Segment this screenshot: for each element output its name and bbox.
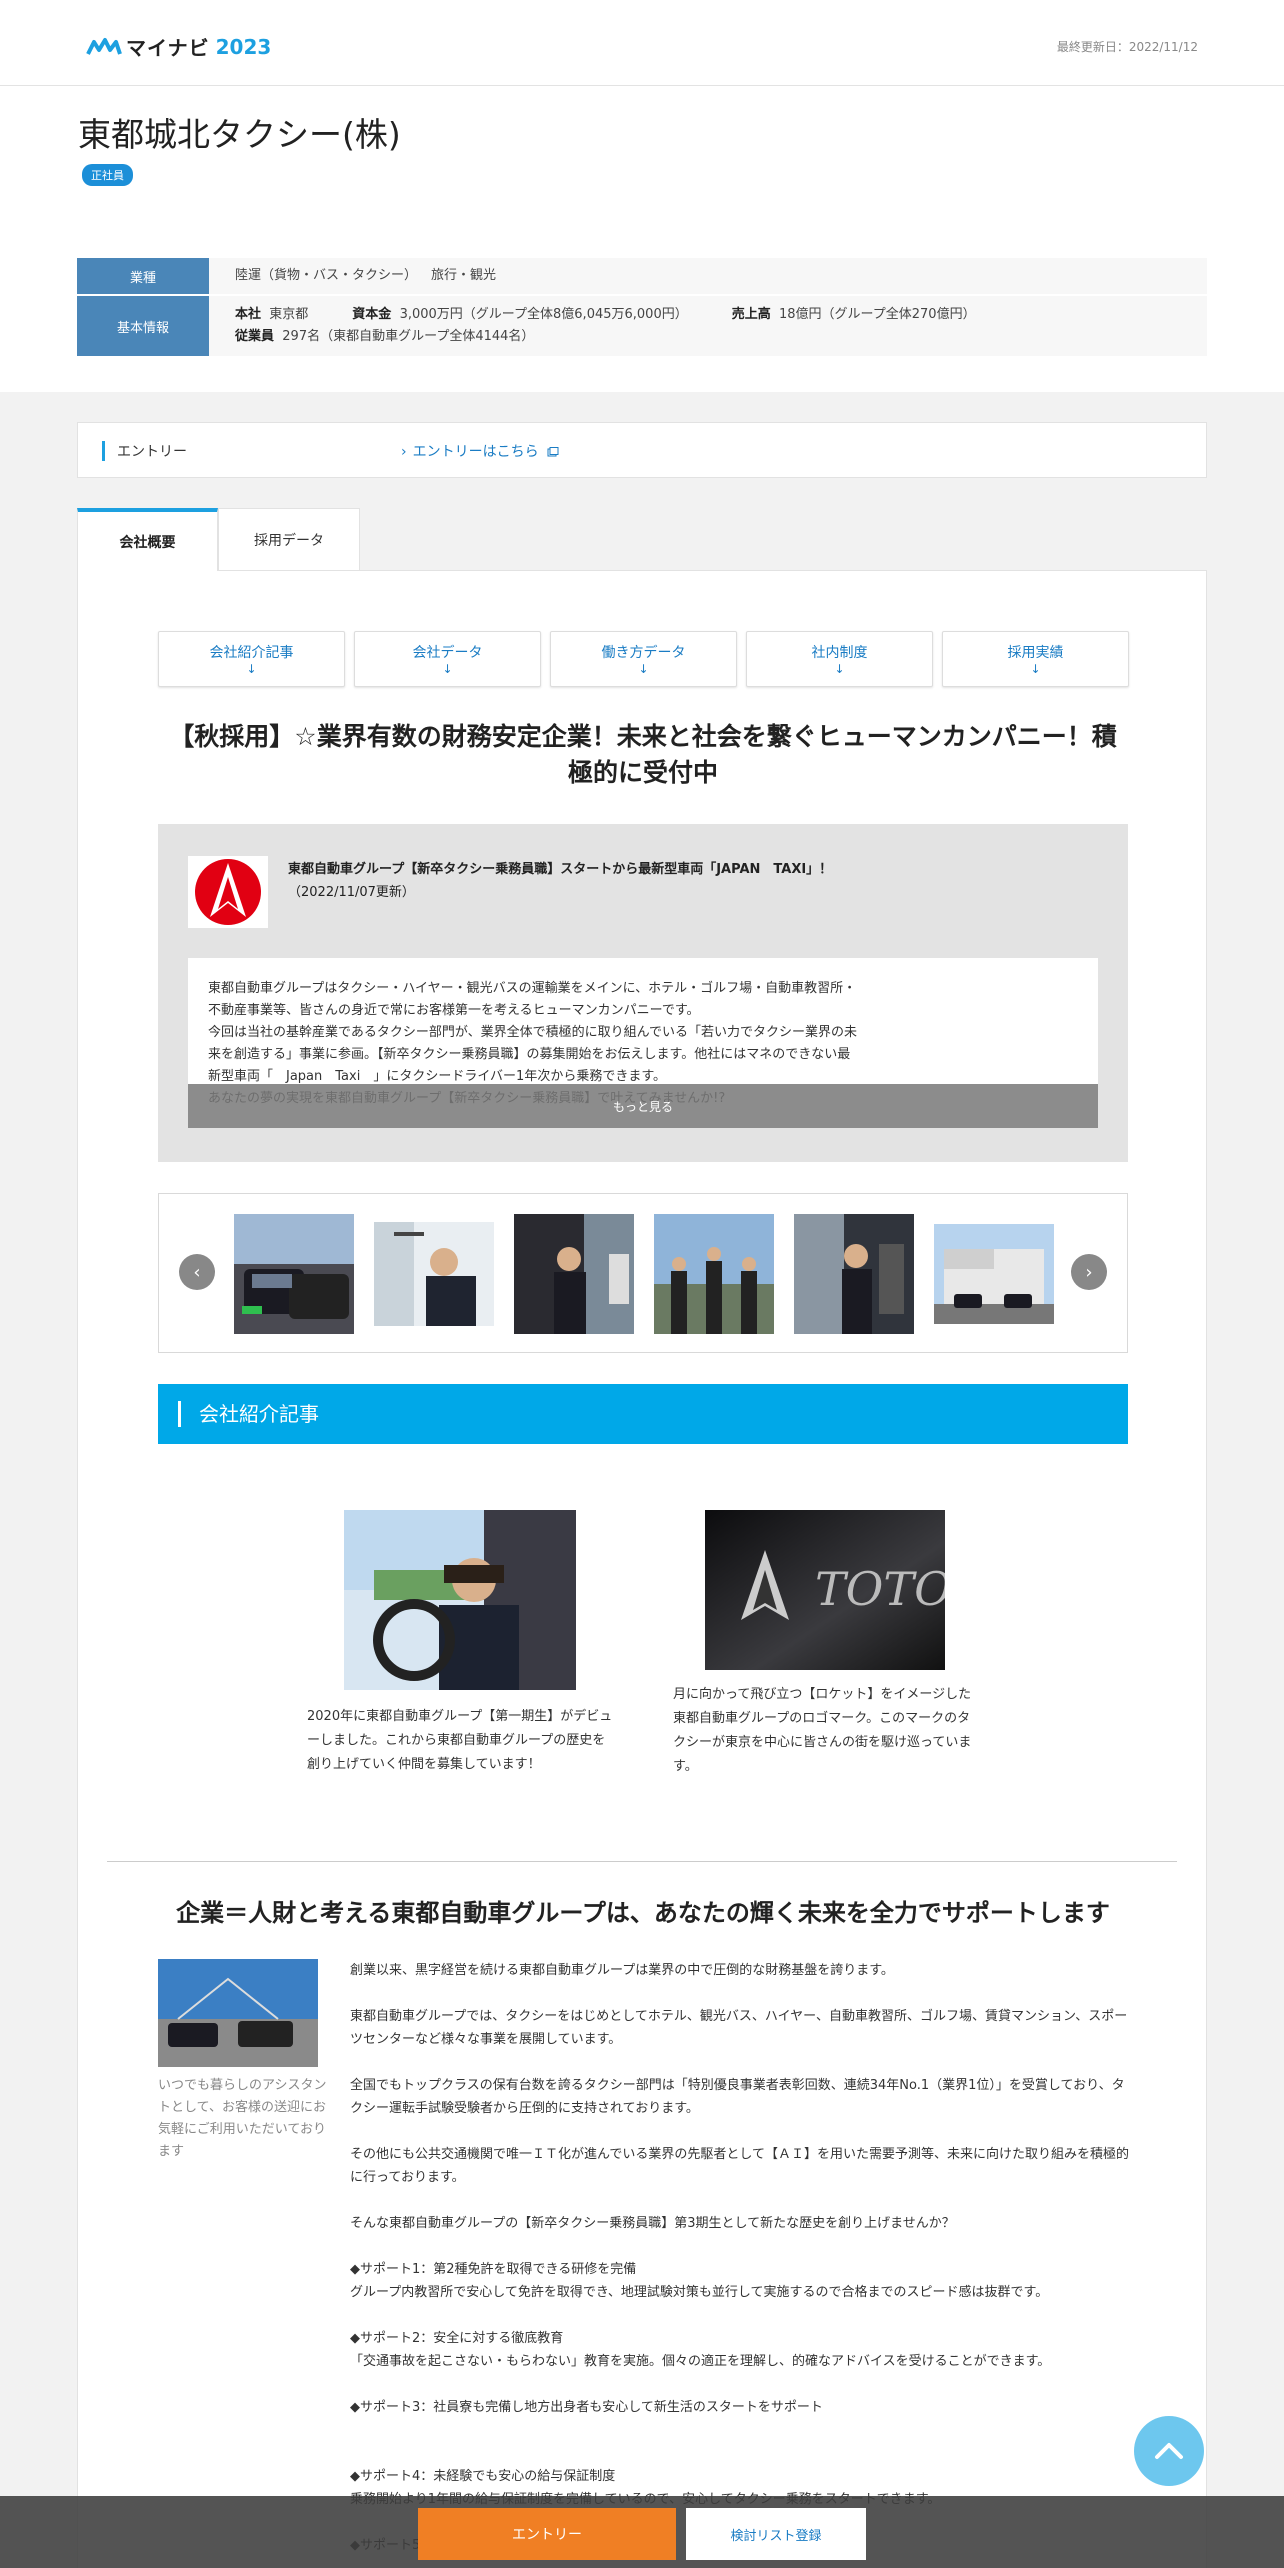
main-content: 会社紹介記事 ↓ 会社データ ↓ 働き方データ ↓ 社内制度 ↓ 採用実績 ↓ 【秋採用】… <box>77 570 1207 2568</box>
section-company-articles: 会社紹介記事 <box>158 1384 1128 1444</box>
company-header: 東都城北タクシー(株) 正社員 業種 陸運（貨物・バス・タクシー） 旅行・観光 … <box>0 86 1284 392</box>
carousel-next-button[interactable]: › <box>1071 1254 1107 1290</box>
driver-photo <box>374 1222 494 1326</box>
industry-value-2: 旅行・観光 <box>431 268 497 283</box>
chevron-right-icon: › <box>401 444 407 460</box>
capital-value: 3,000万円（グループ全体8億6,045万6,000円） <box>399 307 688 322</box>
arrow-down-icon: ↓ <box>246 662 257 676</box>
divider <box>107 1861 1177 1862</box>
mynavi-logo[interactable]: マイナビ 2023 <box>86 32 271 61</box>
nav-label: 会社紹介記事 <box>209 645 294 661</box>
support-section-title: 企業＝人財と考える東都自動車グループは、あなたの輝く未来を全力でサポートします <box>176 1899 1110 1927</box>
basic-info-label: 基本情報 <box>77 296 209 356</box>
carousel-photo[interactable] <box>374 1222 494 1326</box>
nav-company-articles[interactable]: 会社紹介記事 ↓ <box>158 631 345 687</box>
logo-text: マイナビ <box>126 36 210 60</box>
carousel-photo[interactable] <box>794 1214 914 1334</box>
taxi-fleet-photo <box>234 1214 354 1334</box>
employees-label: 従業員 <box>235 329 275 344</box>
staff-group-photo <box>654 1214 774 1334</box>
employment-type-badge: 正社員 <box>82 164 133 186</box>
nav-label: 働き方データ <box>601 645 686 661</box>
entry-label: エントリー <box>102 441 187 461</box>
basic-info-row: 基本情報 本社 東京都 資本金 3,000万円（グループ全体8億6,045万6,… <box>77 296 1207 356</box>
hq-value: 東京都 <box>269 307 309 322</box>
article-updated: （2022/11/07更新） <box>288 885 415 900</box>
support-photo <box>158 1959 318 2067</box>
photo-carousel: ‹ › <box>158 1193 1128 1353</box>
section-nav: 会社紹介記事 ↓ 会社データ ↓ 働き方データ ↓ 社内制度 ↓ 採用実績 ↓ <box>158 631 1129 687</box>
section-title: 会社紹介記事 <box>178 1401 319 1427</box>
sales-label: 売上高 <box>731 307 771 322</box>
female-driver-photo <box>344 1510 576 1690</box>
toto-logo-text: TOTO <box>815 1562 945 1616</box>
company-logo <box>188 856 268 928</box>
entry-bar: エントリー › エントリーはこちら <box>77 422 1207 478</box>
read-more-button[interactable]: もっと見る <box>188 1084 1098 1128</box>
nav-internal-systems[interactable]: 社内制度 ↓ <box>746 631 933 687</box>
company-info-table: 業種 陸運（貨物・バス・タクシー） 旅行・観光 基本情報 本社 東京都 資本金 … <box>77 258 1207 356</box>
industry-row: 業種 陸運（貨物・バス・タクシー） 旅行・観光 <box>77 258 1207 296</box>
add-to-list-button[interactable]: 検討リスト登録 <box>686 2508 866 2560</box>
recruit-headline: 【秋採用】☆業界有数の財務安定企業！未来と社会を繋ぐヒューマンカンパニー！積極的… <box>169 722 1117 787</box>
arrow-down-icon: ↓ <box>834 662 845 676</box>
mynavi-logo-mark-icon <box>86 37 122 55</box>
industry-label: 業種 <box>77 258 209 294</box>
support-body-text: 創業以来、黒字経営を続ける東都自動車グループは業界の中で圧倒的な財務基盤を誇りま… <box>350 1963 1129 2553</box>
feature-photo-2: TOTO <box>705 1510 945 1670</box>
support-photo-caption: いつでも暮らしのアシスタントとして、お客様の送迎にお気軽にご利用いただいておりま… <box>158 2078 327 2159</box>
tab-recruit-data[interactable]: 採用データ <box>218 508 360 570</box>
carousel-photo[interactable] <box>234 1214 354 1334</box>
logo-year: 2023 <box>215 34 272 59</box>
scroll-to-top-button[interactable] <box>1134 2416 1204 2486</box>
carousel-prev-button[interactable]: ‹ <box>179 1254 215 1290</box>
nav-label: 社内制度 <box>811 645 868 661</box>
feature-caption-2: 月に向かって飛び立つ【ロケット】をイメージした東都自動車グループのロゴマーク。こ… <box>673 1687 972 1774</box>
last-updated: 最終更新日：2022/11/12 <box>1056 40 1198 54</box>
entry-link[interactable]: › エントリーはこちら <box>401 441 559 461</box>
employees-value: 297名（東都自動車グループ全体4144名） <box>282 329 535 344</box>
taxis-by-bridge-photo <box>158 1959 318 2067</box>
site-header: マイナビ 2023 最終更新日：2022/11/12 <box>0 0 1284 86</box>
arrow-down-icon: ↓ <box>442 662 453 676</box>
carousel-photo[interactable] <box>934 1224 1054 1324</box>
article-body: 東都自動車グループはタクシー・ハイヤー・観光バスの運輸業をメインに、ホテル・ゴル… <box>188 958 1098 1128</box>
nav-label: 採用実績 <box>1007 645 1064 661</box>
external-link-icon <box>547 447 559 457</box>
company-name: 東都城北タクシー(株) <box>78 115 401 154</box>
office-building-photo <box>934 1224 1054 1324</box>
driver-in-car-photo <box>514 1214 634 1334</box>
nav-label: 会社データ <box>412 645 483 661</box>
nav-company-data[interactable]: 会社データ ↓ <box>354 631 541 687</box>
featured-article: 東都自動車グループ【新卒タクシー乗務員職】スタートから最新型車両「JAPAN T… <box>158 824 1128 1162</box>
feature-photo-1 <box>344 1510 576 1690</box>
entry-link-text: エントリーはこちら <box>412 444 539 460</box>
hq-label: 本社 <box>235 307 262 322</box>
driver-at-door-photo <box>794 1214 914 1334</box>
carousel-photo[interactable] <box>514 1214 634 1334</box>
tab-company-overview[interactable]: 会社概要 <box>77 508 218 571</box>
capital-label: 資本金 <box>352 307 392 322</box>
feature-caption-1: 2020年に東都自動車グループ【第一期生】がデビューしました。これから東都自動車… <box>307 1709 613 1772</box>
carousel-photo[interactable] <box>654 1214 774 1334</box>
entry-button[interactable]: エントリー <box>418 2508 676 2560</box>
sales-value: 18億円（グループ全体270億円） <box>779 307 976 322</box>
nav-hiring-record[interactable]: 採用実績 ↓ <box>942 631 1129 687</box>
toto-emblem-photo: TOTO <box>705 1510 945 1670</box>
bottom-action-bar: エントリー 検討リスト登録 <box>0 2496 1284 2568</box>
chevron-up-icon <box>1155 2443 1183 2459</box>
arrow-down-icon: ↓ <box>638 662 649 676</box>
industry-value-1: 陸運（貨物・バス・タクシー） <box>235 268 418 283</box>
article-title: 東都自動車グループ【新卒タクシー乗務員職】スタートから最新型車両「JAPAN T… <box>288 862 833 877</box>
rocket-logo-icon <box>195 859 261 925</box>
arrow-down-icon: ↓ <box>1030 662 1041 676</box>
nav-work-style-data[interactable]: 働き方データ ↓ <box>550 631 737 687</box>
